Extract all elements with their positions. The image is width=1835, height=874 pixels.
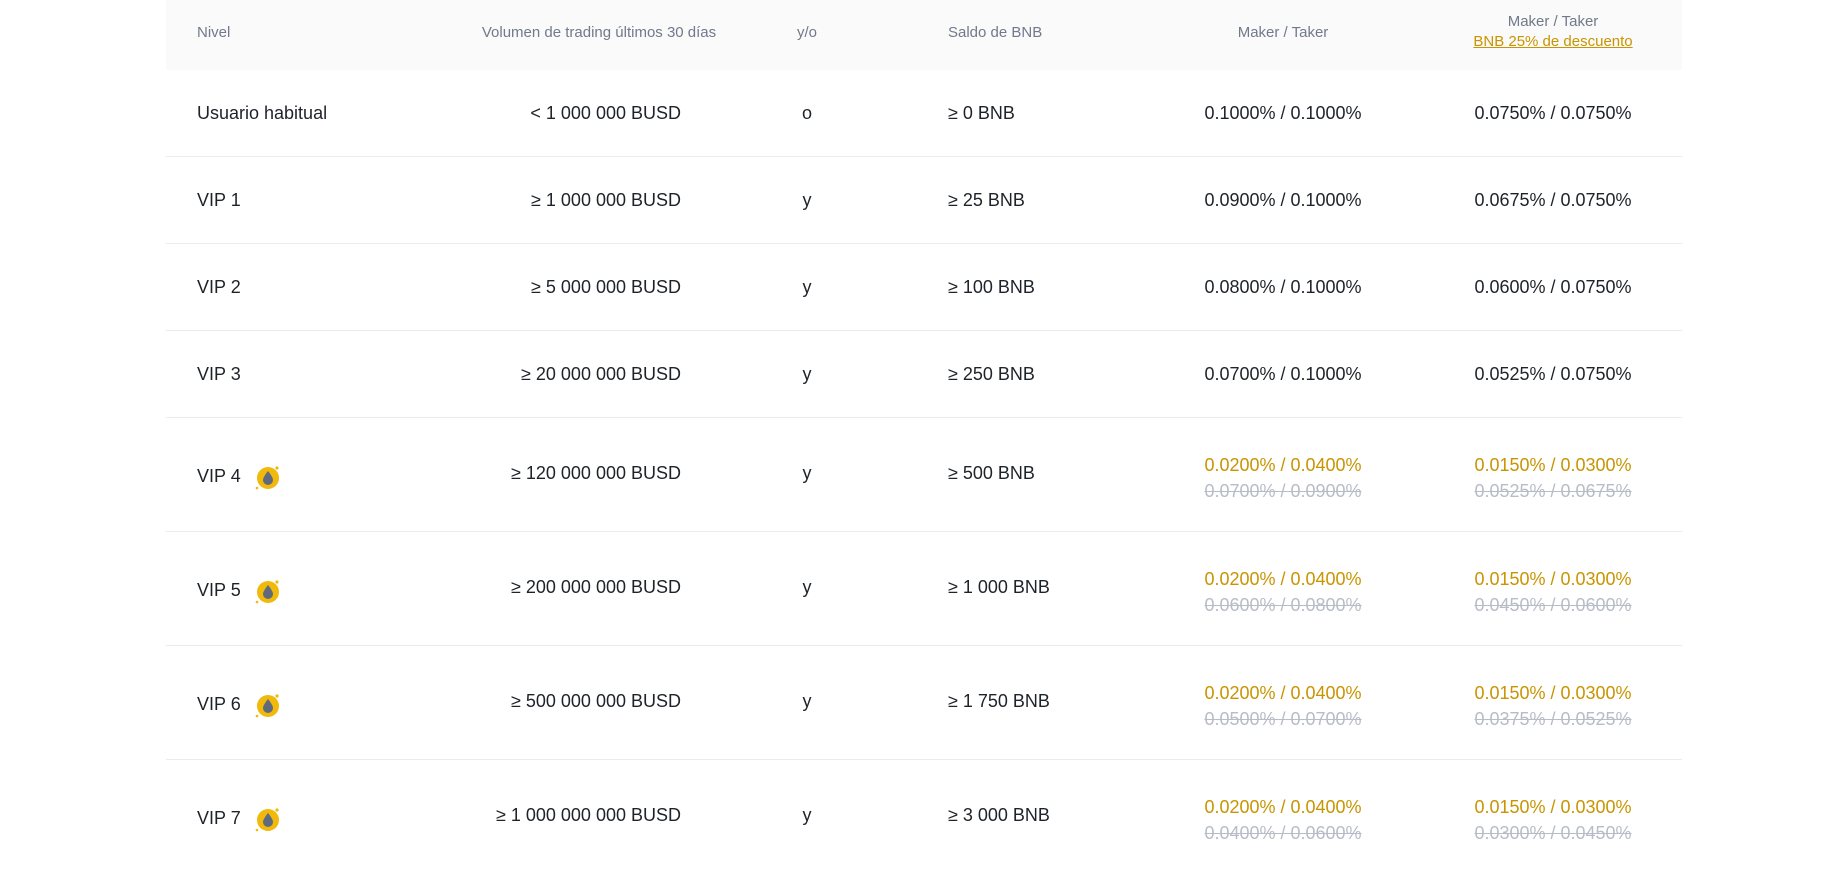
row-level: Usuario habitual [197,103,328,123]
header-level: Nivel [197,24,231,41]
row-bnb: ≥ 250 BNB [948,364,1035,384]
row-maker-taker-discount-old: 0.0450% / 0.0600% [1474,595,1632,615]
bnb-discount-link[interactable]: BNB 25% de descuento [1453,32,1653,52]
row-maker-taker-discount: 0.0150% / 0.0300% 0.0450% / 0.0600% [1453,566,1653,618]
table-row: Usuario habitual < 1 000 000 BUSD o ≥ 0 BNB… [166,70,1682,157]
row-maker-taker: 0.0900% / 0.1000% [1204,190,1362,210]
row-bnb: ≥ 3 000 BNB [948,805,1050,825]
row-volume: ≥ 1 000 000 000 BUSD [495,805,681,825]
row-maker-taker: 0.0200% / 0.0400% 0.0500% / 0.0700% [1183,680,1383,732]
row-maker-taker-old: 0.0400% / 0.0600% [1204,823,1362,843]
row-maker-taker: 0.0200% / 0.0400% 0.0400% / 0.0600% [1183,794,1383,846]
row-volume: ≥ 120 000 000 BUSD [511,463,681,483]
row-bnb: ≥ 0 BNB [948,103,1015,123]
row-maker-taker-discount: 0.0150% / 0.0300% 0.0525% / 0.0675% [1453,452,1653,504]
liquidity-drop-icon [253,805,281,833]
row-volume: ≥ 500 000 000 BUSD [511,691,681,711]
row-level: VIP 4 [197,465,241,486]
row-bnb: ≥ 500 BNB [948,463,1035,483]
header-maker-taker: Maker / Taker [1237,24,1329,41]
header-maker-taker-discount: Maker / Taker BNB 25% de descuento [1453,12,1653,52]
row-level: VIP 6 [197,693,241,714]
row-maker-taker: 0.0700% / 0.1000% [1204,364,1362,384]
row-level: VIP 2 [197,277,241,297]
row-maker-taker: 0.0800% / 0.1000% [1204,277,1362,297]
row-maker-taker-discount-current: 0.0150% / 0.0300% [1474,797,1632,817]
row-maker-taker-discount-old: 0.0375% / 0.0525% [1474,709,1632,729]
row-volume: ≥ 20 000 000 BUSD [521,364,681,384]
row-maker-taker-discount: 0.0600% / 0.0750% [1474,277,1632,297]
row-level-wrap: VIP 4 [197,462,281,490]
row-maker-taker: 0.1000% / 0.1000% [1204,103,1362,123]
row-andor: y [802,691,812,711]
row-maker-taker-discount-old: 0.0525% / 0.0675% [1474,481,1632,501]
table-row: VIP 1 ≥ 1 000 000 BUSD y ≥ 25 BNB 0.0900% / … [166,157,1682,244]
table-row: VIP 4 ≥ 120 000 000 BUSD y ≥ 500 BNB 0.0200%… [166,418,1682,532]
table-row: VIP 2 ≥ 5 000 000 BUSD y ≥ 100 BNB 0.0800% /… [166,244,1682,331]
row-maker-taker-discount-old: 0.0300% / 0.0450% [1474,823,1632,843]
row-maker-taker-discount: 0.0525% / 0.0750% [1474,364,1632,384]
row-level-wrap: VIP 6 [197,690,281,718]
header-bnb-balance: Saldo de BNB [948,24,1043,41]
row-maker-taker-current: 0.0200% / 0.0400% [1204,569,1362,589]
row-maker-taker-discount: 0.0750% / 0.0750% [1474,103,1632,123]
row-maker-taker-current: 0.0200% / 0.0400% [1204,797,1362,817]
header-maker-taker-discount-label: Maker / Taker [1507,13,1599,30]
row-andor: y [802,190,812,210]
row-bnb: ≥ 1 000 BNB [948,577,1050,597]
row-maker-taker-discount: 0.0150% / 0.0300% 0.0375% / 0.0525% [1453,680,1653,732]
row-level: VIP 1 [197,190,241,210]
row-maker-taker-current: 0.0200% / 0.0400% [1204,683,1362,703]
row-bnb: ≥ 25 BNB [948,190,1025,210]
table-row: VIP 7 ≥ 1 000 000 000 BUSD y ≥ 3 000 BNB 0.0… [166,760,1682,874]
row-level-wrap: VIP 7 [197,804,281,832]
row-bnb: ≥ 1 750 BNB [948,691,1050,711]
row-maker-taker-discount: 0.0150% / 0.0300% 0.0300% / 0.0450% [1453,794,1653,846]
table-row: VIP 6 ≥ 500 000 000 BUSD y ≥ 1 750 BNB 0.020… [166,646,1682,760]
row-maker-taker-old: 0.0500% / 0.0700% [1204,709,1362,729]
row-maker-taker-current: 0.0200% / 0.0400% [1204,455,1362,475]
row-maker-taker-discount-current: 0.0150% / 0.0300% [1474,455,1632,475]
row-volume: ≥ 1 000 000 BUSD [531,190,681,210]
row-andor: y [802,577,812,597]
row-bnb: ≥ 100 BNB [948,277,1035,297]
row-andor: o [801,103,812,123]
row-level: VIP 5 [197,579,241,600]
table-row: VIP 5 ≥ 200 000 000 BUSD y ≥ 1 000 BNB 0.020… [166,532,1682,646]
row-level: VIP 7 [197,807,241,828]
row-andor: y [802,463,812,483]
table-header: Nivel Volumen de trading últimos 30 días… [166,0,1682,70]
header-andor: y/o [796,24,817,41]
row-maker-taker-discount-current: 0.0150% / 0.0300% [1474,683,1632,703]
row-andor: y [802,364,812,384]
row-volume: < 1 000 000 BUSD [530,103,681,123]
row-volume: ≥ 200 000 000 BUSD [511,577,681,597]
row-andor: y [802,805,812,825]
table-row: VIP 3 ≥ 20 000 000 BUSD y ≥ 250 BNB 0.0700% … [166,331,1682,418]
liquidity-drop-icon [253,463,281,491]
row-maker-taker-old: 0.0700% / 0.0900% [1204,481,1362,501]
row-andor: y [802,277,812,297]
header-volume: Volumen de trading últimos 30 días [481,24,717,41]
row-maker-taker-old: 0.0600% / 0.0800% [1204,595,1362,615]
row-maker-taker-discount-current: 0.0150% / 0.0300% [1474,569,1632,589]
fee-table: Nivel Volumen de trading últimos 30 días… [166,0,1682,874]
row-maker-taker-discount: 0.0675% / 0.0750% [1474,190,1632,210]
row-level: VIP 3 [197,364,241,384]
liquidity-drop-icon [253,577,281,605]
table-body: Usuario habitual < 1 000 000 BUSD o ≥ 0 BNB… [166,70,1682,874]
row-maker-taker: 0.0200% / 0.0400% 0.0700% / 0.0900% [1183,452,1383,504]
liquidity-drop-icon [253,691,281,719]
row-maker-taker: 0.0200% / 0.0400% 0.0600% / 0.0800% [1183,566,1383,618]
row-level-wrap: VIP 5 [197,576,281,604]
row-volume: ≥ 5 000 000 BUSD [531,277,681,297]
